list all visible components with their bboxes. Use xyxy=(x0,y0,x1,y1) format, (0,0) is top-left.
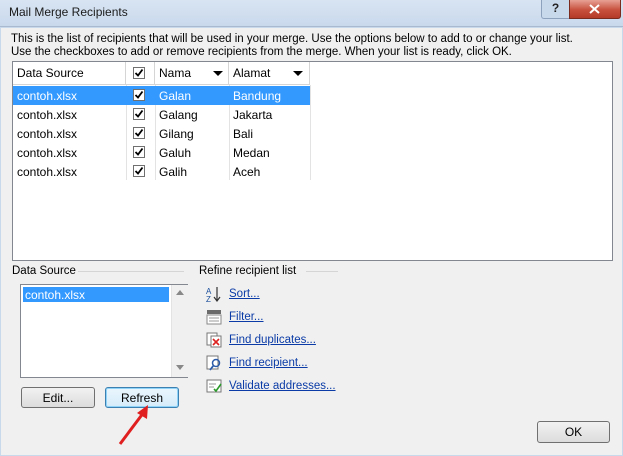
checkmark-icon xyxy=(134,166,144,175)
scroll-up-icon[interactable] xyxy=(176,290,184,295)
find-recipient-link[interactable]: Find recipient... xyxy=(229,357,308,369)
column-header-data-source[interactable]: Data Source xyxy=(13,62,126,85)
table-row[interactable]: contoh.xlsx Galuh Medan xyxy=(13,143,310,162)
checkmark-icon xyxy=(134,68,144,77)
refine-label: Refine recipient list xyxy=(199,265,297,277)
ok-button[interactable]: OK xyxy=(537,421,610,443)
section-divider xyxy=(306,271,338,272)
cell-alamat: Bali xyxy=(233,127,254,141)
validate-addresses-link[interactable]: Validate addresses... xyxy=(229,380,336,392)
cell-data-source: contoh.xlsx xyxy=(17,89,78,103)
chevron-down-icon[interactable] xyxy=(293,71,303,76)
cell-alamat: Aceh xyxy=(233,165,261,179)
cell-alamat: Bandung xyxy=(233,89,282,103)
row-include-checkbox[interactable] xyxy=(133,165,145,177)
table-row[interactable]: contoh.xlsx Galih Aceh xyxy=(13,162,310,181)
scrollbar[interactable] xyxy=(171,285,188,377)
column-header-label: Data Source xyxy=(17,66,84,80)
row-include-checkbox[interactable] xyxy=(133,146,145,158)
row-include-checkbox[interactable] xyxy=(133,89,145,101)
cell-nama: Galang xyxy=(159,108,198,122)
row-include-checkbox[interactable] xyxy=(133,127,145,139)
list-item[interactable]: contoh.xlsx xyxy=(23,287,169,302)
edit-button[interactable]: Edit... xyxy=(21,387,95,408)
cell-data-source: contoh.xlsx xyxy=(17,127,78,141)
column-header-include[interactable] xyxy=(126,62,155,85)
select-all-checkbox[interactable] xyxy=(133,67,145,79)
chevron-down-icon[interactable] xyxy=(213,71,223,76)
intro-line-2: Use the checkboxes to add or remove reci… xyxy=(11,46,512,58)
column-header-nama[interactable]: Nama xyxy=(155,62,229,85)
checkmark-icon xyxy=(134,147,144,156)
find-recipient-icon xyxy=(206,355,221,371)
filter-icon xyxy=(206,310,222,325)
table-row[interactable]: contoh.xlsx Galang Jakarta xyxy=(13,105,310,124)
close-icon xyxy=(589,4,600,14)
column-header-label: Nama xyxy=(159,66,192,80)
grid-divider xyxy=(310,85,311,180)
list-item-label: contoh.xlsx xyxy=(25,288,86,302)
close-button[interactable] xyxy=(569,0,621,19)
column-header-label: Alamat xyxy=(233,66,271,80)
data-source-label: Data Source xyxy=(12,265,76,277)
find-duplicates-icon xyxy=(206,332,222,348)
help-button[interactable]: ? xyxy=(541,0,570,19)
checkmark-icon xyxy=(134,128,144,137)
cell-alamat: Jakarta xyxy=(233,108,273,122)
filter-link[interactable]: Filter... xyxy=(229,311,264,323)
cell-nama: Gilang xyxy=(159,127,194,141)
checkmark-icon xyxy=(134,90,144,99)
section-divider xyxy=(78,271,184,272)
cell-nama: Galan xyxy=(159,89,192,103)
cell-data-source: contoh.xlsx xyxy=(17,146,78,160)
table-row[interactable]: contoh.xlsx Gilang Bali xyxy=(13,124,310,143)
window-title: Mail Merge Recipients xyxy=(9,5,128,19)
cell-data-source: contoh.xlsx xyxy=(17,165,78,179)
find-duplicates-link[interactable]: Find duplicates... xyxy=(229,334,316,346)
sort-icon: A Z xyxy=(206,287,221,302)
svg-text:Z: Z xyxy=(206,295,211,302)
column-header-alamat[interactable]: Alamat xyxy=(229,62,310,85)
checkmark-icon xyxy=(134,109,144,118)
table-row[interactable]: contoh.xlsx Galan Bandung xyxy=(13,86,310,105)
row-include-checkbox[interactable] xyxy=(133,108,145,120)
recipients-grid[interactable]: Data Source Nama Alamat contoh.xlsx Gala… xyxy=(12,61,613,261)
cell-nama: Galuh xyxy=(159,146,192,160)
annotation-arrow-icon xyxy=(118,405,148,445)
sort-link[interactable]: Sort... xyxy=(229,288,260,300)
data-source-list[interactable]: contoh.xlsx xyxy=(20,284,188,378)
cell-nama: Galih xyxy=(159,165,188,179)
cell-alamat: Medan xyxy=(233,146,270,160)
validate-addresses-icon xyxy=(206,379,222,393)
scroll-down-icon[interactable] xyxy=(176,365,184,370)
intro-line-1: This is the list of recipients that will… xyxy=(11,33,573,45)
cell-data-source: contoh.xlsx xyxy=(17,108,78,122)
